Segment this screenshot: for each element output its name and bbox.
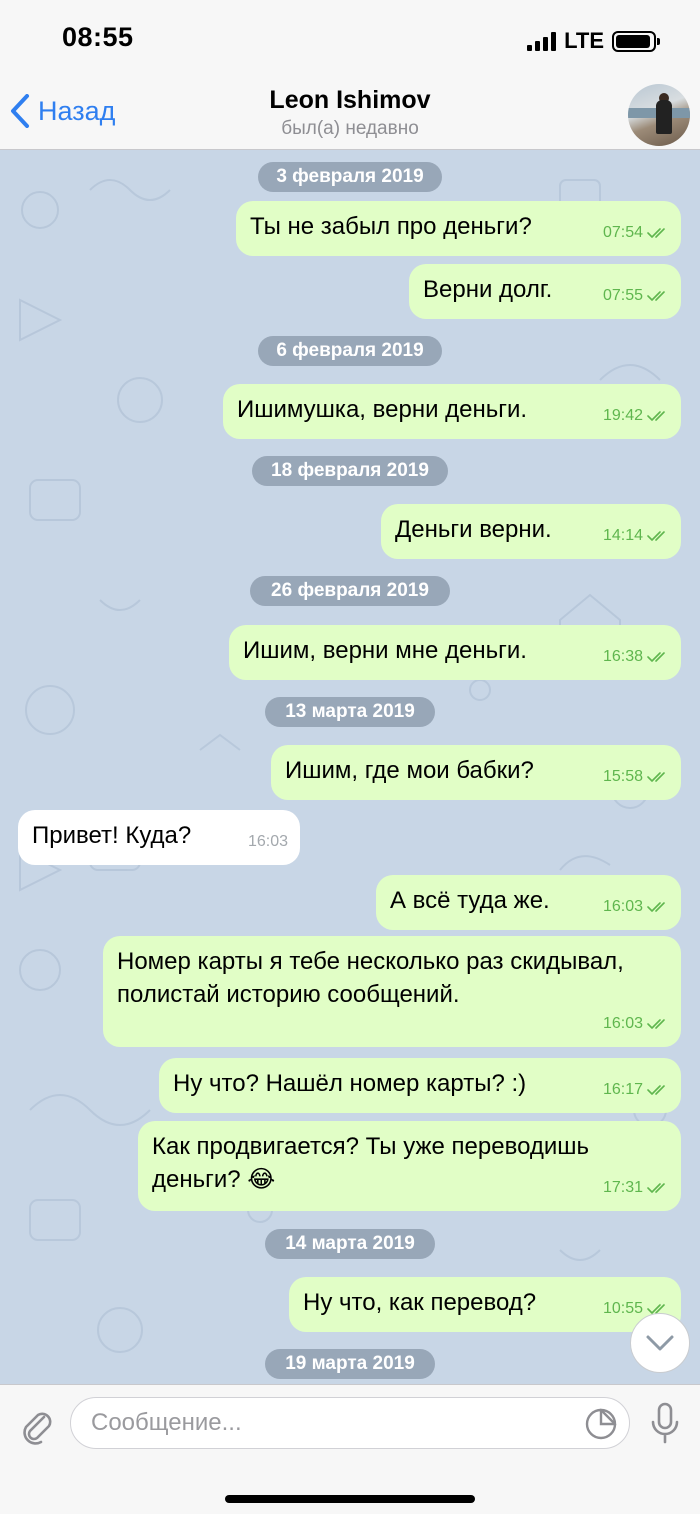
message-list[interactable]: 3 февраля 2019 Ты не забыл про деньги? 07:…	[0, 150, 700, 1384]
read-ticks-icon	[647, 530, 665, 541]
read-ticks-icon	[647, 651, 665, 662]
microphone-icon[interactable]	[648, 1401, 682, 1445]
message-meta: 14:14	[603, 519, 669, 552]
last-seen-status: был(а) недавно	[281, 118, 419, 139]
message-time: 07:54	[602, 224, 643, 241]
message-text: Ты не забыл про деньги?	[250, 213, 532, 240]
read-ticks-icon	[647, 290, 665, 301]
message-time: 14:14	[602, 527, 643, 544]
message-text: Привет! Куда?	[32, 822, 192, 849]
message-text: Ну что, как перевод?	[303, 1289, 537, 1316]
outgoing-message[interactable]: А всё туда же. 16:03	[376, 875, 681, 930]
date-separator: 6 февраля 2019	[258, 336, 442, 366]
message-text: Как продвигается? Ты уже переводишь день…	[152, 1133, 590, 1193]
read-ticks-icon	[647, 1018, 665, 1029]
message-time: 15:58	[602, 768, 643, 785]
date-separator: 19 марта 2019	[265, 1349, 435, 1379]
chevron-down-icon	[646, 1335, 674, 1351]
date-separator: 18 февраля 2019	[252, 456, 448, 486]
outgoing-message[interactable]: Ишим, верни мне деньги. 16:38	[229, 625, 681, 680]
message-meta: 17:31	[603, 1171, 669, 1204]
outgoing-message[interactable]: Ишим, где мои бабки? 15:58	[271, 745, 681, 800]
message-meta: 16:38	[603, 640, 669, 673]
battery-icon	[612, 30, 660, 52]
message-text: Деньги верни.	[395, 516, 552, 543]
date-separator: 14 марта 2019	[265, 1229, 435, 1259]
sticker-icon[interactable]	[584, 1407, 618, 1441]
message-meta: 07:54	[603, 216, 669, 249]
status-bar: 08:55 LTE	[0, 0, 700, 80]
outgoing-message[interactable]: Ну что, как перевод? 10:55	[289, 1277, 681, 1332]
outgoing-message[interactable]: Деньги верни. 14:14	[381, 504, 681, 559]
message-text: Ишим, верни мне деньги.	[243, 637, 527, 664]
message-meta: 15:58	[603, 760, 669, 793]
network-label: LTE	[564, 28, 604, 53]
read-ticks-icon	[647, 771, 665, 782]
outgoing-message[interactable]: Ну что? Нашёл номер карты? :) 16:17	[159, 1058, 681, 1113]
avatar[interactable]	[628, 84, 690, 146]
outgoing-message[interactable]: Ты не забыл про деньги? 07:54	[236, 201, 681, 256]
signal-icon	[527, 31, 557, 51]
status-indicators: LTE	[527, 28, 660, 54]
read-ticks-icon	[647, 901, 665, 912]
date-separator: 3 февраля 2019	[258, 162, 442, 192]
message-time: 16:17	[602, 1081, 643, 1098]
read-ticks-icon	[647, 227, 665, 238]
message-meta: 16:03	[248, 825, 288, 858]
message-text: А всё туда же.	[390, 887, 550, 914]
chat-header: Назад Leon Ishimov был(а) недавно	[0, 80, 700, 150]
chat-title[interactable]: Leon Ishimov	[0, 86, 700, 115]
read-ticks-icon	[647, 1182, 665, 1193]
outgoing-message[interactable]: Номер карты я тебе несколько раз скидыва…	[103, 936, 681, 1047]
message-time: 16:03	[247, 833, 288, 850]
message-text: Ишимушка, верни деньги.	[237, 396, 528, 423]
message-text: Верни долг.	[423, 276, 553, 303]
message-time: 19:42	[602, 407, 643, 424]
message-meta: 16:03	[603, 890, 669, 923]
message-text: Ишим, где мои бабки?	[285, 757, 534, 784]
date-separator: 26 февраля 2019	[250, 576, 450, 606]
status-time: 08:55	[62, 22, 134, 52]
outgoing-message[interactable]: Верни долг. 07:55	[409, 264, 681, 319]
message-time: 16:03	[602, 898, 643, 915]
composer-bar	[0, 1384, 700, 1514]
incoming-message[interactable]: Привет! Куда? 16:03	[18, 810, 300, 865]
message-time: 10:55	[602, 1300, 643, 1317]
message-time: 16:38	[602, 648, 643, 665]
message-time: 17:31	[602, 1179, 643, 1196]
message-text: Ну что? Нашёл номер карты? :)	[173, 1070, 527, 1097]
message-input[interactable]	[70, 1397, 630, 1449]
date-separator: 13 марта 2019	[265, 697, 435, 727]
message-meta: 07:55	[603, 279, 669, 312]
message-text: Номер карты я тебе несколько раз скидыва…	[117, 948, 624, 1008]
message-meta: 19:42	[603, 399, 669, 432]
paperclip-icon[interactable]	[16, 1405, 56, 1445]
message-time: 07:55	[602, 287, 643, 304]
battery-level	[616, 34, 651, 48]
read-ticks-icon	[647, 410, 665, 421]
outgoing-message[interactable]: Ишимушка, верни деньги. 19:42	[223, 384, 681, 439]
scroll-down-button[interactable]	[630, 1313, 690, 1373]
message-meta: 16:17	[603, 1073, 669, 1106]
message-time: 16:03	[602, 1015, 643, 1032]
read-ticks-icon	[647, 1084, 665, 1095]
message-meta: 16:03	[603, 1007, 669, 1040]
outgoing-message[interactable]: Как продвигается? Ты уже переводишь день…	[138, 1121, 681, 1211]
home-indicator	[225, 1495, 475, 1503]
